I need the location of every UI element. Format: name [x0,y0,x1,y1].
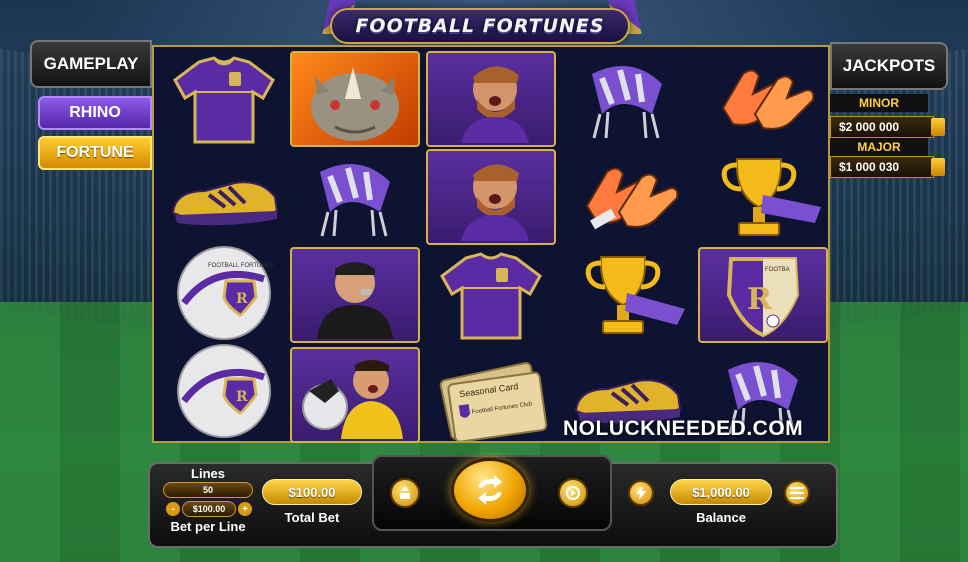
hamburger-menu-icon [790,487,804,499]
rhino-mode-button[interactable]: RHINO [38,96,152,130]
symbol-ball: R [159,341,289,441]
reel-grid: R FOOTBALL FORTUNES R Seasonal Card Foot… [152,45,830,443]
symbol-referee [290,247,420,343]
total-bet-value: $100.00 [262,479,362,505]
symbol-gloves [562,149,692,245]
symbol-rhino [290,51,420,147]
symbol-trophy [698,149,828,245]
autoplay-button[interactable] [558,478,588,508]
coin-stack-icon [400,486,410,499]
total-bet-label: Total Bet [284,510,340,525]
crowd-right [808,48,968,332]
symbol-goalkeeper [290,347,420,443]
gameplay-tab[interactable]: GAMEPLAY [30,40,152,88]
bet-per-line-value: $100.00 [182,501,236,517]
spin-arrows-icon [478,475,502,505]
menu-button[interactable] [784,480,810,506]
balance-value: $1,000.00 [670,479,772,505]
lines-label: Lines [191,466,225,481]
symbol-trophy [562,247,692,343]
fortune-mode-button[interactable]: FORTUNE [38,136,152,170]
jackpot-major-bar [931,158,945,176]
symbol-sneaker [159,149,289,245]
game-logo: FOOTBALL FORTUNES [330,8,630,44]
symbol-player [426,51,556,147]
turbo-button[interactable] [628,480,654,506]
svg-text:R: R [236,389,248,405]
ball-brand-text: FOOTBALL FORTUNES [208,263,274,269]
jackpot-minor-value: $2 000 000 [830,116,945,138]
jackpot-minor-bar [931,118,945,136]
balance-label: Balance [696,510,746,525]
symbol-jersey [159,51,289,147]
bet-max-button[interactable] [390,478,420,508]
symbol-scarf [562,51,692,147]
watermark-text: NOLUCKNEEDED.COM [563,417,804,440]
autoplay-icon [566,486,580,500]
lines-value[interactable]: 50 [163,482,253,498]
jackpot-major-amount: $1 000 030 [839,160,900,174]
crest-brand-text: FOOTBA [765,267,790,273]
lightning-icon [636,486,646,500]
symbol-club-crest: R FOOTBA [698,247,828,343]
crest-letter-text: R [747,282,773,317]
jackpot-minor-label: MINOR [830,94,928,112]
symbol-scarf [290,149,420,245]
bet-decrease-button[interactable]: - [166,502,180,516]
bet-per-line-label: Bet per Line [170,519,246,534]
jackpots-tab[interactable]: JACKPOTS [830,42,948,90]
ball-crest-text: R [236,291,248,307]
crowd-left [0,48,160,332]
spin-button[interactable] [451,458,529,522]
jackpot-minor-amount: $2 000 000 [839,120,900,134]
symbol-ball: R FOOTBALL FORTUNES [159,243,289,343]
jackpot-major-value: $1 000 030 [830,156,945,178]
symbol-seasonal-card: Seasonal Card Football Fortunes Club [426,347,556,443]
symbol-gloves [698,51,828,147]
bet-increase-button[interactable]: + [238,502,252,516]
symbol-jersey [426,247,556,343]
jackpot-major-label: MAJOR [830,138,928,156]
game-title: FOOTBALL FORTUNES [355,15,605,37]
symbol-player [426,149,556,245]
